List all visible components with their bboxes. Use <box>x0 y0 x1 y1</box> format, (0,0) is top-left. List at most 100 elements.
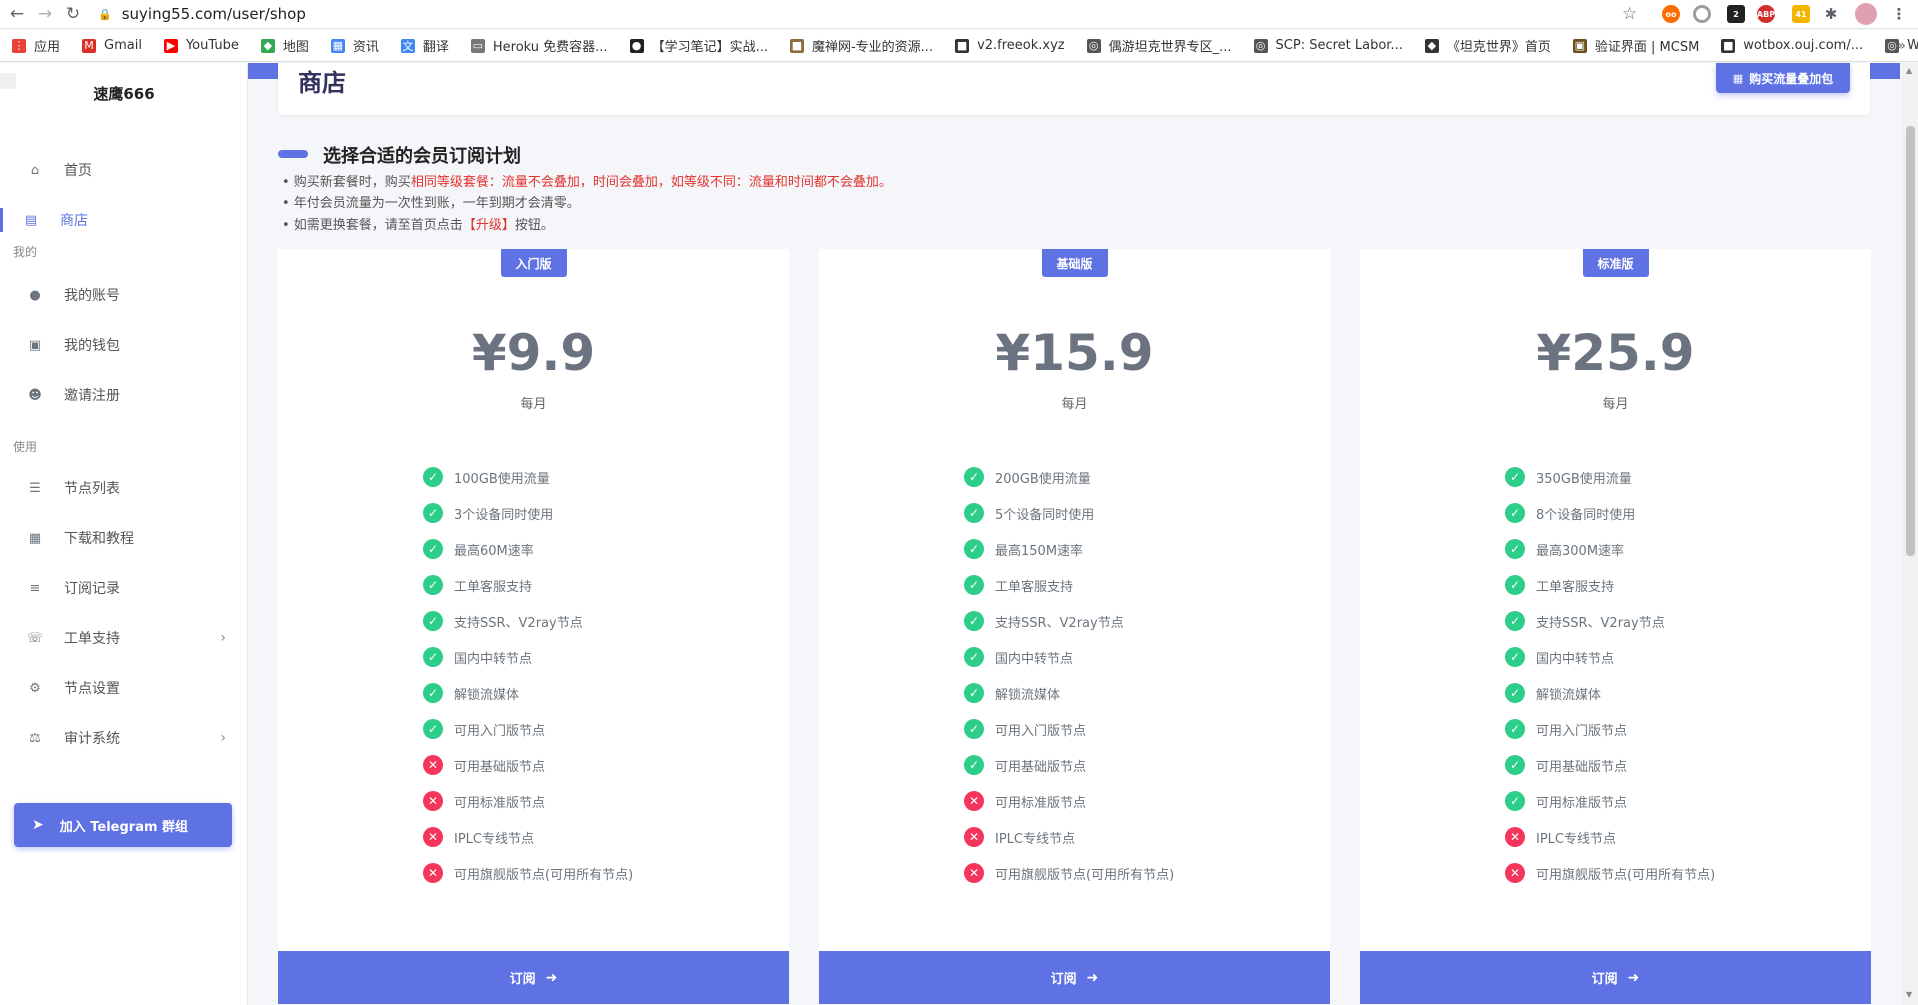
bookmark-item[interactable]: ◎ SCP: Secret Labor... <box>1253 38 1403 53</box>
forward-button[interactable]: → <box>34 3 56 25</box>
puzzle-icon[interactable]: ✱ <box>1822 5 1840 23</box>
bookmark-item[interactable]: ■ v2.freeok.xyz <box>955 38 1065 53</box>
scroll-down-icon[interactable]: ▼ <box>1906 990 1912 999</box>
feature-label: 200GB使用流量 <box>995 471 1091 487</box>
bookmark-star-icon[interactable]: ☆ <box>1622 4 1637 24</box>
feature-item: ✓ 最高60M速率 <box>423 539 534 559</box>
feature-label: 国内中转节点 <box>995 651 1074 667</box>
bookmark-item[interactable]: 文翻译 <box>400 36 449 55</box>
url-text: suying55.com/user/shop <box>121 5 306 23</box>
gmail-icon: M <box>82 38 97 53</box>
join-telegram-button[interactable]: ➤ 加入 Telegram 群组 <box>14 803 232 847</box>
feature-label: 可用标准版节点 <box>454 795 546 811</box>
extension-icon[interactable]: oo <box>1662 5 1680 23</box>
address-bar[interactable]: 🔒 suying55.com/user/shop <box>98 2 1658 26</box>
feature-item: ✕ 可用旗舰版节点(可用所有节点) <box>964 863 1174 883</box>
feature-label: 可用入门版节点 <box>995 723 1087 739</box>
feature-label: 可用标准版节点 <box>1536 795 1628 811</box>
feature-label: 350GB使用流量 <box>1536 471 1632 487</box>
extension-icon[interactable]: 41 <box>1792 5 1810 23</box>
bookmark-item[interactable]: ▣ 验证界面 | MCSM <box>1572 36 1699 55</box>
sidebar-item-shop[interactable]: ▤ 商店 <box>0 200 248 240</box>
bookmark-item[interactable]: ● 【学习笔记】实战... <box>629 36 768 55</box>
apps-icon: ⋮ <box>12 38 26 53</box>
feature-label: 可用入门版节点 <box>454 723 546 739</box>
check-icon: ✓ <box>1505 791 1525 811</box>
sidebar-item-home[interactable]: ⌂ 首页 <box>0 150 248 190</box>
feature-item: ✓ 100GB使用流量 <box>423 467 550 487</box>
subscribe-button[interactable]: 订阅 ➜ <box>1360 951 1871 1004</box>
feature-item: ✓ 支持SSR、V2ray节点 <box>423 611 583 631</box>
check-icon: ✓ <box>423 467 443 487</box>
feature-item: ✓ 最高300M速率 <box>1505 539 1624 559</box>
sidebar-item-node-list[interactable]: ☰ 节点列表 <box>0 468 248 508</box>
plan-badge: 入门版 <box>500 249 567 277</box>
scroll-up-icon[interactable]: ▲ <box>1906 66 1912 75</box>
notice-line: • 年付会员流量为一次性到账，一年到期才会清零。 <box>282 192 580 211</box>
sidebar-item-downloads[interactable]: ▦ 下载和教程 <box>0 518 248 558</box>
sidebar-item-support[interactable]: ☏ 工单支持 › <box>0 618 248 658</box>
feature-label: IPLC专线节点 <box>454 831 534 847</box>
cross-icon: ✕ <box>423 791 443 811</box>
more-menu-icon[interactable]: ⋮ <box>1890 5 1908 23</box>
bookmark-item[interactable]: ◆ 《坦克世界》首页 <box>1424 36 1551 55</box>
scrollbar-thumb[interactable] <box>1906 126 1915 556</box>
check-icon: ✓ <box>1505 683 1525 703</box>
feature-item: ✓ 解锁流媒体 <box>964 683 1060 703</box>
feature-label: 可用旗舰版节点(可用所有节点) <box>454 867 634 883</box>
bookmark-item[interactable]: M Gmail <box>82 38 142 53</box>
extension-icon[interactable] <box>1693 5 1711 23</box>
sidebar-item-label: 下载和教程 <box>64 531 134 547</box>
site-icon: ■ <box>789 38 804 53</box>
bookmarks-overflow-icon[interactable]: » <box>1897 38 1906 54</box>
feature-label: 最高150M速率 <box>995 543 1084 559</box>
feature-item: ✓ 可用基础版节点 <box>964 755 1086 775</box>
feature-item: ✓ 解锁流媒体 <box>1505 683 1601 703</box>
bookmark-item[interactable]: ◆ 地图 <box>260 36 309 55</box>
bookmark-item[interactable]: ◎ 偶游坦克世界专区_... <box>1086 36 1232 55</box>
feature-label: 支持SSR、V2ray节点 <box>1536 615 1665 631</box>
feature-item: ✕ IPLC专线节点 <box>1505 827 1616 847</box>
translate-icon: 文 <box>400 38 415 53</box>
bookmark-item[interactable]: ▶ YouTube <box>163 38 239 53</box>
sidebar-item-wallet[interactable]: ▣ 我的钱包 <box>0 325 248 365</box>
home-icon: ⌂ <box>30 162 40 178</box>
bookmark-item[interactable]: ⋮ 应用 <box>12 36 60 55</box>
subscribe-button[interactable]: 订阅 ➜ <box>819 951 1330 1004</box>
bookmark-item[interactable]: ▭ Heroku 免费容器... <box>470 36 608 55</box>
bookmark-item[interactable]: ■ 魔禅网-专业的资源... <box>789 36 933 55</box>
sidebar: 速鹰666 ⌂ 首页 ▤ 商店 我的 ● 我的账号 ▣ 我的钱包 ☻ 邀请注册 … <box>0 63 248 1005</box>
extension-icon[interactable]: 2 <box>1727 5 1745 23</box>
sidebar-item-audit[interactable]: ⚖ 审计系统 › <box>0 718 248 758</box>
cube-icon: ▣ <box>1572 38 1587 53</box>
feature-item: ✓ 工单客服支持 <box>1505 575 1614 595</box>
feature-label: 可用旗舰版节点(可用所有节点) <box>995 867 1175 883</box>
reload-button[interactable]: ↻ <box>62 3 84 25</box>
feature-label: 国内中转节点 <box>1536 651 1615 667</box>
feature-label: 100GB使用流量 <box>454 471 550 487</box>
bookmark-item[interactable]: ■ wotbox.ouj.com/... <box>1721 38 1863 53</box>
cross-icon: ✕ <box>1505 827 1525 847</box>
plan-card: 入门版 ¥9.9 每月 ✓ 100GB使用流量 ✓ 3个设备同时使用 ✓ 最高60M速率 ✓ 工单客… <box>278 249 789 1004</box>
subscribe-button[interactable]: 订阅 ➜ <box>278 951 789 1004</box>
sidebar-item-node-settings[interactable]: ⚙ 节点设置 <box>0 668 248 708</box>
check-icon: ✓ <box>1505 539 1525 559</box>
plan-period: 每月 <box>520 397 547 412</box>
adblock-icon[interactable]: ABP <box>1757 5 1775 23</box>
sidebar-item-label: 我的钱包 <box>64 338 120 354</box>
check-icon: ✓ <box>964 503 984 523</box>
sidebar-item-account[interactable]: ● 我的账号 <box>0 275 248 315</box>
arrow-right-icon: ➜ <box>1086 969 1099 986</box>
page-header: 商店 ▦ 购买流量叠加包 <box>278 63 1870 115</box>
sidebar-item-invite[interactable]: ☻ 邀请注册 <box>0 375 248 415</box>
buy-traffic-button[interactable]: ▦ 购买流量叠加包 <box>1716 63 1850 93</box>
feature-label: 可用标准版节点 <box>995 795 1087 811</box>
check-icon: ✓ <box>964 611 984 631</box>
check-icon: ✓ <box>964 575 984 595</box>
feature-item: ✕ IPLC专线节点 <box>964 827 1075 847</box>
sidebar-item-subscription-records[interactable]: ≡ 订阅记录 <box>0 568 248 608</box>
avatar[interactable] <box>1855 3 1877 25</box>
back-button[interactable]: ← <box>6 3 28 25</box>
feature-item: ✕ IPLC专线节点 <box>423 827 534 847</box>
bookmark-item[interactable]: ▦ 资讯 <box>330 36 379 55</box>
